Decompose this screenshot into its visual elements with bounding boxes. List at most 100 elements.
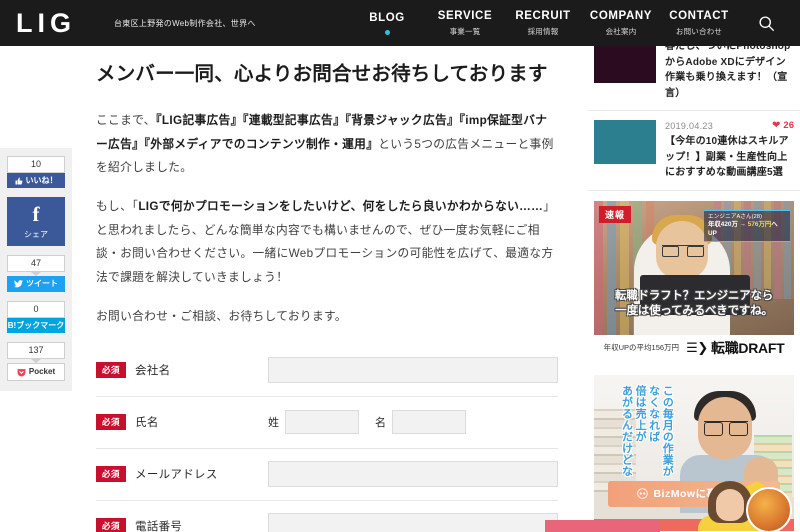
pocket-label: Pocket bbox=[28, 367, 56, 377]
lastname-label: 姓 bbox=[268, 417, 279, 429]
heart-icon: ❤ bbox=[772, 119, 781, 131]
like-label: いいね！ bbox=[25, 175, 58, 185]
pocket-count: 137 bbox=[7, 342, 65, 360]
sidebar-article-2[interactable]: 2019.04.23 ❤ 26 【今年の10連休はスキルアップ！】副業・生産性向… bbox=[588, 111, 800, 191]
site-logo[interactable]: LIG bbox=[16, 8, 86, 38]
vertical-copy-line-4: あがるんだけどな bbox=[620, 384, 633, 477]
article-likes: ❤ 26 bbox=[772, 120, 794, 131]
article-paragraph-3: お問い合わせ・ご相談、お待ちしております。 bbox=[96, 310, 347, 324]
article-paragraph-2: もし、「LIGで何かプロモーションをしたいけど、何をしたら良いかわからない……」… bbox=[96, 195, 558, 289]
form-field-name: 氏名 bbox=[135, 417, 159, 429]
article-body: 2019.04.23 ❤ 26 【今年の10連休はスキルアップ！】副業・生産性向… bbox=[665, 120, 794, 181]
ad-footer-note: 年収UPの平均156万円 bbox=[603, 343, 680, 352]
facebook-share-button[interactable]: f シェア bbox=[7, 197, 65, 247]
pocket-save-button[interactable]: Pocket bbox=[7, 363, 65, 381]
nav-item-contact[interactable]: CONTACT お問い合わせ bbox=[660, 0, 738, 46]
nav-label-jp: 採用情報 bbox=[527, 26, 559, 36]
ad-image-area: 速報 エンジニアAさん(28) 年収420万 → 576万円へUP 転職ドラフト… bbox=[594, 200, 794, 335]
floating-overlay-strip bbox=[545, 520, 660, 532]
like-count: 26 bbox=[783, 120, 794, 131]
right-sidebar: 春だし、ついにPhotoshopからAdobe XDにデザイン作業も乗り換えます… bbox=[588, 30, 800, 532]
callout-salary-after: 576万円 bbox=[747, 221, 772, 229]
hatena-label: B!ブックマーク bbox=[7, 320, 65, 330]
required-badge: 必須 bbox=[96, 414, 127, 430]
ad-copy-line-1: 転職ドラフト？エンジニアなら bbox=[614, 290, 774, 303]
facebook-like-button[interactable]: いいね！ bbox=[7, 172, 65, 189]
ad-callout: エンジニアAさん(28) 年収420万 → 576万円へUP bbox=[704, 209, 790, 243]
glasses-icon bbox=[704, 420, 748, 436]
main-nav: BLOG SERVICE 事業一覧 RECRUIT 採用情報 COMPANY 会… bbox=[348, 0, 800, 46]
form-row-phone: 必須 電話番号 bbox=[96, 501, 558, 532]
site-tagline: 台東区上野発のWeb制作会社、世界へ bbox=[114, 18, 256, 28]
ad-brand: ☰❯ 転職DRAFT bbox=[686, 338, 785, 358]
share-twitter[interactable]: 47 ツイート bbox=[7, 255, 65, 292]
twitter-tweet-button[interactable]: ツイート bbox=[7, 276, 65, 292]
site-header: LIG 台東区上野発のWeb制作会社、世界へ BLOG SERVICE 事業一覧… bbox=[0, 0, 800, 46]
like-count: 10 bbox=[7, 156, 65, 173]
vertical-copy-line-3: 倍は売上が bbox=[634, 384, 647, 443]
share-facebook-like[interactable]: 10 いいね！ bbox=[7, 156, 65, 189]
contact-form: 必須 会社名 必須 氏名 姓 名 必須 メールアドレス 必須 電話番号 bbox=[96, 345, 558, 532]
nav-label-en: CONTACT bbox=[669, 9, 729, 22]
nav-item-recruit[interactable]: RECRUIT 採用情報 bbox=[504, 0, 582, 46]
ad-decorative-circle bbox=[746, 486, 792, 531]
twitter-bird-icon bbox=[14, 280, 23, 288]
fullname-subfields: 姓 名 bbox=[268, 410, 482, 434]
form-label-company: 必須 会社名 bbox=[96, 362, 268, 378]
vertical-copy-line-2: なくなれば bbox=[647, 384, 660, 443]
company-name-input[interactable] bbox=[268, 357, 558, 383]
article-meta: 2019.04.23 ❤ 26 bbox=[665, 120, 794, 131]
form-field-name: メールアドレス bbox=[135, 469, 218, 481]
article-main: メンバー一同、心よりお問合せお待ちしております ここまで、『LIG記事広告』『連… bbox=[96, 46, 558, 532]
breaking-news-badge: 速報 bbox=[599, 205, 632, 223]
tweet-count: 47 bbox=[7, 255, 65, 273]
article-thumbnail bbox=[594, 120, 656, 164]
callout-line-2: 年収420万 → 576万円へUP bbox=[708, 221, 786, 238]
nav-item-service[interactable]: SERVICE 事業一覧 bbox=[426, 0, 504, 46]
article-paragraph-1: ここまで、『LIG記事広告』『連載型記事広告』『背景ジャック広告』『imp保証型… bbox=[96, 109, 558, 179]
person-face bbox=[716, 488, 744, 521]
phone-input[interactable] bbox=[268, 513, 558, 532]
nav-item-company[interactable]: COMPANY 会社案内 bbox=[582, 0, 660, 46]
form-label-email: 必須 メールアドレス bbox=[96, 466, 268, 482]
form-field-name: 会社名 bbox=[135, 365, 171, 377]
share-label: シェア bbox=[24, 230, 48, 240]
search-button[interactable] bbox=[738, 0, 794, 46]
lastname-input[interactable] bbox=[285, 410, 359, 434]
nav-label-en: SERVICE bbox=[437, 9, 493, 22]
sidebar-ad-tenshoku-draft[interactable]: 速報 エンジニアAさん(28) 年収420万 → 576万円へUP 転職ドラフト… bbox=[588, 200, 800, 361]
firstname-label: 名 bbox=[375, 417, 386, 429]
share-pocket[interactable]: 137 Pocket bbox=[7, 342, 65, 381]
ad-copy-line-2: 一度は使ってみるべきですね。 bbox=[615, 304, 773, 317]
nav-label-en: BLOG bbox=[369, 11, 405, 24]
ad-brand-name: 転職DRAFT bbox=[711, 339, 785, 356]
nav-label-en: RECRUIT bbox=[515, 9, 571, 22]
paragraph2-part-a: もし、「 bbox=[96, 200, 139, 214]
page-root: LIG 台東区上野発のWeb制作会社、世界へ BLOG SERVICE 事業一覧… bbox=[0, 0, 800, 532]
form-row-email: 必須 メールアドレス bbox=[96, 449, 558, 501]
article-date: 2019.04.23 bbox=[665, 120, 714, 131]
form-row-fullname: 必須 氏名 姓 名 bbox=[96, 397, 558, 449]
article-title: 【今年の10連休はスキルアップ！】副業・生産性向上におすすめな動画講座5選 bbox=[665, 136, 789, 178]
required-badge: 必須 bbox=[96, 466, 127, 482]
firstname-input[interactable] bbox=[392, 410, 466, 434]
sidebar-ad-bizmow[interactable]: この毎月の作業が なくなれば 倍は売上が あがるんだけどな BizMowに事務代… bbox=[588, 374, 800, 531]
nav-label-jp: お問い合わせ bbox=[675, 26, 723, 36]
hatena-count: 0 bbox=[7, 300, 65, 318]
ad-vertical-copy: この毎月の作業が なくなれば 倍は売上が あがるんだけどな bbox=[620, 384, 674, 477]
article-title: 春だし、ついにPhotoshopからAdobe XDにデザイン作業も乗り換えます… bbox=[665, 41, 791, 99]
nav-item-blog[interactable]: BLOG bbox=[348, 0, 426, 46]
tweet-label: ツイート bbox=[26, 279, 58, 289]
email-input[interactable] bbox=[268, 461, 558, 487]
logo-text: LIG bbox=[16, 7, 76, 38]
ad-copy: 転職ドラフト？エンジニアなら 一度は使ってみるべきですね。 bbox=[594, 289, 794, 318]
paragraph1-part-a: ここまで、 bbox=[96, 114, 156, 128]
bizmow-logo-icon bbox=[637, 488, 649, 499]
hatena-bookmark-button[interactable]: B!ブックマーク bbox=[7, 317, 65, 334]
ad-image-area: この毎月の作業が なくなれば 倍は売上が あがるんだけどな BizMowに事務代… bbox=[594, 374, 794, 531]
required-badge: 必須 bbox=[96, 362, 127, 378]
nav-label-jp: 会社案内 bbox=[605, 26, 637, 36]
share-hatena[interactable]: 0 B!ブックマーク bbox=[7, 300, 65, 334]
callout-salary-before: 年収420万 → bbox=[708, 221, 748, 229]
form-label-fullname: 必須 氏名 bbox=[96, 414, 268, 430]
